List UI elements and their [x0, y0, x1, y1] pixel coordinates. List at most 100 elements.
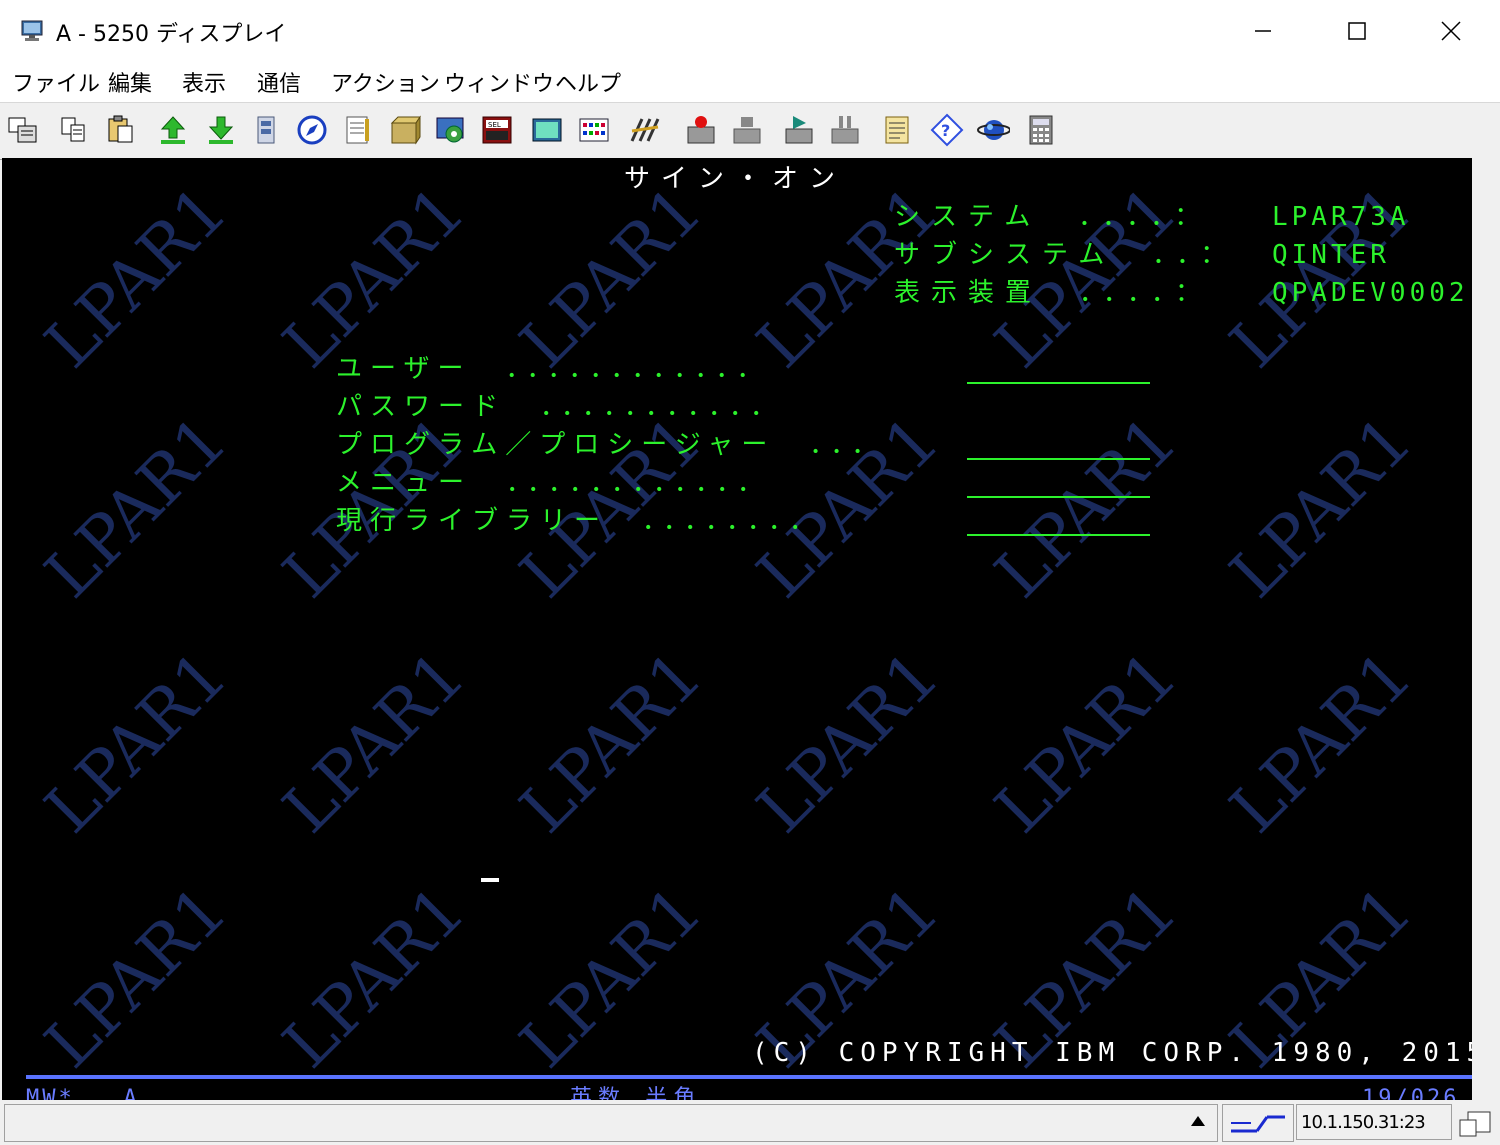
watermark-text: LPAR1: [269, 872, 480, 1083]
close-button[interactable]: [1404, 0, 1498, 62]
globe-icon: [977, 120, 1010, 140]
maximize-icon: [1348, 22, 1366, 40]
watermark-text: LPAR1: [31, 402, 242, 613]
notes-button[interactable]: [341, 113, 375, 147]
copyright-text: (C) COPYRIGHT IBM CORP. 1980, 2015.: [752, 1038, 1472, 1068]
settings-button[interactable]: [434, 113, 468, 147]
package-button[interactable]: [388, 113, 422, 147]
print-screen-icon: [257, 116, 275, 144]
program-input[interactable]: [967, 458, 1150, 460]
help-icon: ?: [930, 113, 964, 147]
password-input[interactable]: [967, 420, 1150, 422]
status-bar: 10.1.150.31:23: [0, 1100, 1500, 1145]
menu-communication[interactable]: 通信: [257, 66, 301, 98]
title-bar: A - 5250 ディスプレイ: [0, 0, 1500, 62]
stop-macro-icon: [733, 117, 761, 144]
print-screen-button[interactable]: [250, 113, 284, 147]
window-title: A - 5250 ディスプレイ: [56, 22, 287, 47]
macro-button[interactable]: SEL: [480, 113, 514, 147]
device-value: QPADEV0002: [1272, 278, 1469, 308]
app-window: A - 5250 ディスプレイ ファイル 編集 表示 通信 アクション ウィンド…: [0, 0, 1500, 1145]
resize-grip-icon: [1459, 1111, 1491, 1137]
calculator-icon: [1029, 115, 1053, 145]
watermark-text: LPAR1: [269, 172, 480, 383]
watermark-text: LPAR1: [981, 402, 1192, 613]
package-icon: [390, 115, 421, 145]
notes-icon: [346, 116, 369, 144]
subsystem-value: QINTER: [1272, 240, 1390, 270]
terminal-screen[interactable]: LPAR1 LPAR1 LPAR1 LPAR1 LPAR1 LPAR1 LPAR1 LPAR1…: [2, 158, 1472, 1100]
keypad-icon: [579, 118, 609, 142]
host-address: 10.1.150.31:23: [1296, 1104, 1452, 1140]
clipboard-notes-icon: [885, 116, 909, 144]
receive-file-icon: [208, 116, 234, 144]
stop-macro-button[interactable]: [730, 113, 764, 147]
watermark-text: LPAR1: [1216, 402, 1427, 613]
user-label: ユーザー ．．．．．．．．．．．．: [336, 354, 771, 384]
menu-view[interactable]: 表示: [182, 66, 226, 98]
monitor-icon: [21, 20, 43, 41]
svg-text:?: ?: [941, 121, 950, 140]
user-input[interactable]: [967, 382, 1150, 384]
text-cursor: [481, 878, 499, 882]
menu-label: メニュー ．．．．．．．．．．．．: [336, 468, 772, 498]
globe-button[interactable]: [976, 113, 1010, 147]
send-file-button[interactable]: [156, 113, 190, 147]
edit-button[interactable]: [628, 113, 662, 147]
play-macro-button[interactable]: [782, 113, 816, 147]
watermark-text: LPAR1: [269, 637, 480, 848]
system-value: LPAR73A: [1272, 202, 1410, 232]
calculator-button[interactable]: [1024, 113, 1058, 147]
minimize-icon: [1255, 30, 1271, 32]
help-button[interactable]: ?: [930, 113, 964, 147]
resize-grip[interactable]: [1456, 1104, 1496, 1140]
watermark-text: LPAR1: [743, 637, 954, 848]
record-macro-icon: [687, 116, 715, 144]
caret-up-icon[interactable]: [1190, 1114, 1206, 1128]
display-button[interactable]: [530, 113, 564, 147]
program-label: プログラム／プロシージャー ．．．: [336, 430, 886, 460]
menu-input[interactable]: [967, 496, 1150, 498]
watermark-text: LPAR1: [1216, 637, 1427, 848]
navigate-button[interactable]: [295, 113, 329, 147]
library-input[interactable]: [967, 534, 1150, 536]
edit-icon: [630, 118, 660, 142]
send-file-icon: [160, 116, 186, 144]
watermark-layer: LPAR1 LPAR1 LPAR1 LPAR1 LPAR1 LPAR1LPAR1 LPAR1…: [31, 172, 1427, 1083]
library-label: 現行ライブラリー ．．．．．．．．: [336, 506, 824, 536]
copy-screen-button[interactable]: [6, 113, 40, 147]
system-label: システム ．．．．：: [894, 202, 1212, 232]
menu-edit[interactable]: 編集: [108, 66, 152, 98]
maximize-button[interactable]: [1310, 0, 1404, 62]
svg-text:SEL: SEL: [488, 121, 501, 129]
copy-button[interactable]: [58, 113, 92, 147]
menu-help[interactable]: ヘルプ: [555, 66, 621, 98]
watermark-text: LPAR1: [506, 872, 717, 1083]
watermark-text: LPAR1: [506, 172, 717, 383]
watermark-text: LPAR1: [31, 872, 242, 1083]
minimize-button[interactable]: [1216, 0, 1310, 62]
menu-window[interactable]: ウィンドウ: [444, 66, 554, 98]
macro-record-icon: SEL: [482, 116, 512, 144]
paste-icon: [108, 115, 133, 143]
menu-action[interactable]: アクション: [331, 66, 440, 98]
device-label: 表示装置 ．．．．：: [894, 278, 1213, 308]
watermark-text: LPAR1: [31, 637, 242, 848]
copy-screen-icon: [8, 117, 37, 143]
close-icon: [1441, 21, 1461, 41]
settings-icon: [436, 117, 464, 143]
clipboard-notes-button[interactable]: [880, 113, 914, 147]
display-icon: [532, 118, 562, 142]
record-macro-button[interactable]: [684, 113, 718, 147]
watermark-text: LPAR1: [31, 172, 242, 383]
paste-button[interactable]: [104, 113, 138, 147]
indicator-left: MW* A: [26, 1086, 140, 1100]
watermark-text: LPAR1: [981, 637, 1192, 848]
operator-info-line: [26, 1075, 1472, 1079]
receive-file-button[interactable]: [204, 113, 238, 147]
cursor-position: 19/026: [1362, 1086, 1460, 1100]
keypad-button[interactable]: [577, 113, 611, 147]
menu-file[interactable]: ファイル: [12, 66, 100, 98]
pause-macro-button[interactable]: [828, 113, 862, 147]
copy-icon: [61, 117, 85, 142]
